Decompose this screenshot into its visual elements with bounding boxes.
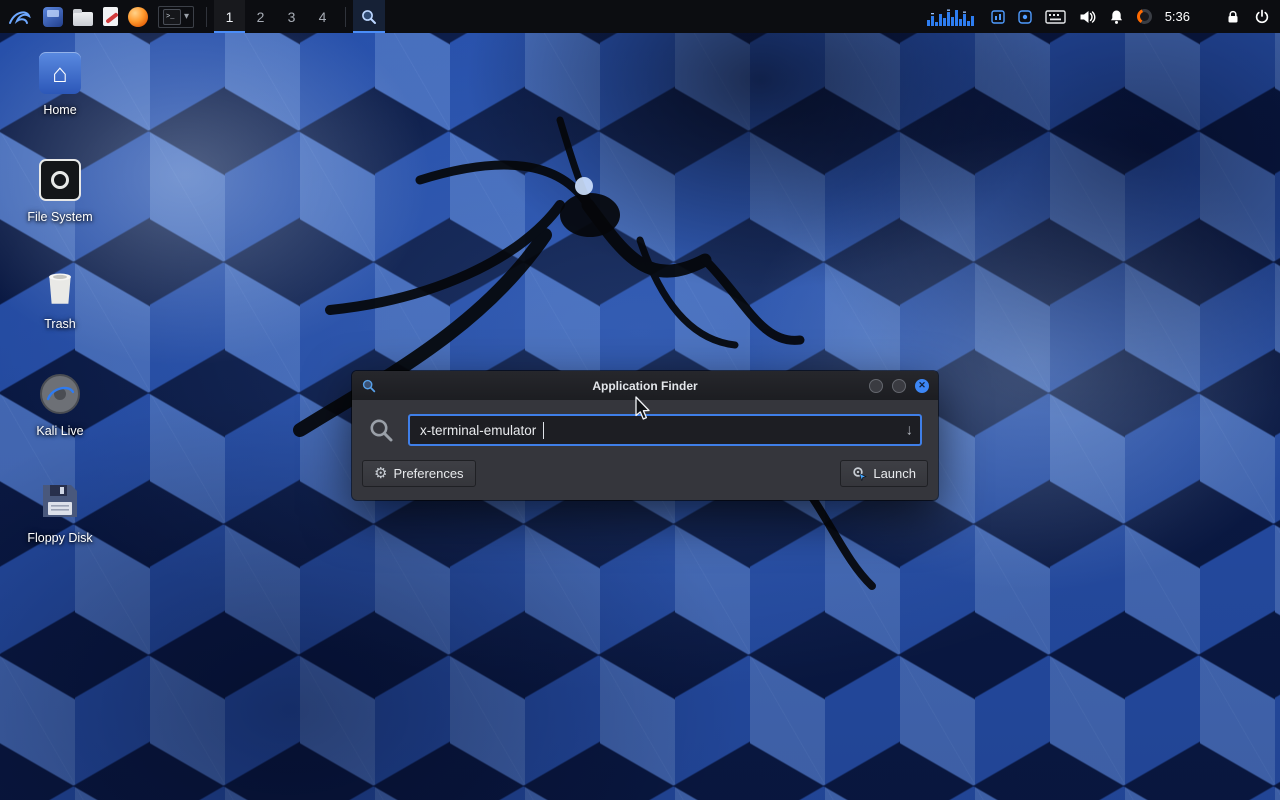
tray-monitor-icon[interactable] [991,10,1005,24]
update-indicator-icon[interactable] [1137,9,1152,24]
dropdown-arrow-icon[interactable]: ↓ [906,422,914,439]
home-folder-icon: ⌂ [39,52,81,94]
trash-icon [44,268,76,306]
tray-network-icon[interactable] [1018,10,1032,24]
desktop: >_ ▾ 1 2 3 4 [0,0,1280,800]
workspace-label: 3 [288,9,296,25]
workspace-button-3[interactable]: 3 [276,0,307,33]
desktop-icon-label: File System [27,210,92,224]
floppy-icon [40,481,80,521]
workspace-button-2[interactable]: 2 [245,0,276,33]
panel-left: >_ ▾ 1 2 3 4 [0,0,385,33]
terminal-launcher[interactable]: >_ ▾ [153,0,199,33]
folder-launcher[interactable] [68,0,98,33]
workspace-label: 2 [257,9,265,25]
desktop-icon-floppy-disk[interactable]: Floppy Disk [12,478,108,576]
top-panel: >_ ▾ 1 2 3 4 [0,0,1280,33]
volume-icon[interactable] [1079,9,1096,25]
desktop-icon-column: ⌂ Home File System Trash [12,50,108,576]
logout-icon[interactable] [1254,9,1270,25]
drive-icon [39,159,81,201]
applications-menu-button[interactable] [0,0,38,33]
application-finder-window: Application Finder ✕ x-terminal-emulator… [352,371,938,500]
panel-separator [206,7,207,27]
audio-spectrum-icon[interactable] [926,8,978,26]
workspace-label: 1 [226,9,234,25]
workspace-button-1[interactable]: 1 [214,0,245,33]
window-controls: ✕ [869,379,929,393]
kali-disc-icon [39,373,81,415]
launch-button[interactable]: Launch [840,460,928,487]
folder-icon [73,12,93,26]
firefox-launcher[interactable] [123,0,153,33]
lock-icon[interactable] [1225,9,1241,25]
panel-separator [345,7,346,27]
text-editor-launcher[interactable] [98,0,123,33]
workspace-button-4[interactable]: 4 [307,0,338,33]
titlebar[interactable]: Application Finder ✕ [352,371,938,400]
launch-icon [852,466,867,481]
desktop-icon-file-system[interactable]: File System [12,157,108,255]
taskbar-application-finder[interactable] [353,0,385,33]
search-input[interactable]: x-terminal-emulator ↓ [408,414,922,446]
close-icon: ✕ [918,380,926,391]
search-row: x-terminal-emulator ↓ [352,400,938,455]
file-manager-icon [43,7,63,27]
file-manager-launcher[interactable] [38,0,68,33]
minimize-button[interactable] [869,379,883,393]
gear-icon: ⚙ [374,466,387,481]
notifications-bell-icon[interactable] [1109,9,1124,25]
window-title: Application Finder [352,379,938,393]
desktop-icon-label: Kali Live [36,424,83,438]
desktop-icon-kali-live[interactable]: Kali Live [12,371,108,469]
text-caret [543,422,544,439]
desktop-icon-label: Trash [44,317,76,331]
maximize-button[interactable] [892,379,906,393]
search-input-value: x-terminal-emulator [420,423,536,438]
preferences-button[interactable]: ⚙ Preferences [362,460,476,487]
text-editor-icon [103,7,118,26]
chevron-down-icon[interactable]: ▾ [184,11,189,22]
panel-tray: 5:36 [926,0,1280,33]
firefox-icon [128,7,148,27]
clock[interactable]: 5:36 [1165,9,1190,24]
kali-menu-icon [7,5,31,29]
workspace-label: 4 [319,9,327,25]
search-icon [360,8,378,26]
window-app-icon [361,378,377,394]
search-icon [368,417,395,444]
desktop-icon-home[interactable]: ⌂ Home [12,50,108,148]
button-row: ⚙ Preferences Launch [352,455,938,500]
keyboard-icon[interactable] [1045,9,1066,25]
desktop-icon-label: Floppy Disk [27,531,92,545]
preferences-button-label: Preferences [393,466,463,481]
terminal-launcher-box: >_ ▾ [158,6,194,28]
desktop-icon-label: Home [43,103,76,117]
terminal-icon: >_ [163,9,181,25]
desktop-icon-trash[interactable]: Trash [12,264,108,362]
close-button[interactable]: ✕ [915,379,929,393]
launch-button-label: Launch [873,466,916,481]
